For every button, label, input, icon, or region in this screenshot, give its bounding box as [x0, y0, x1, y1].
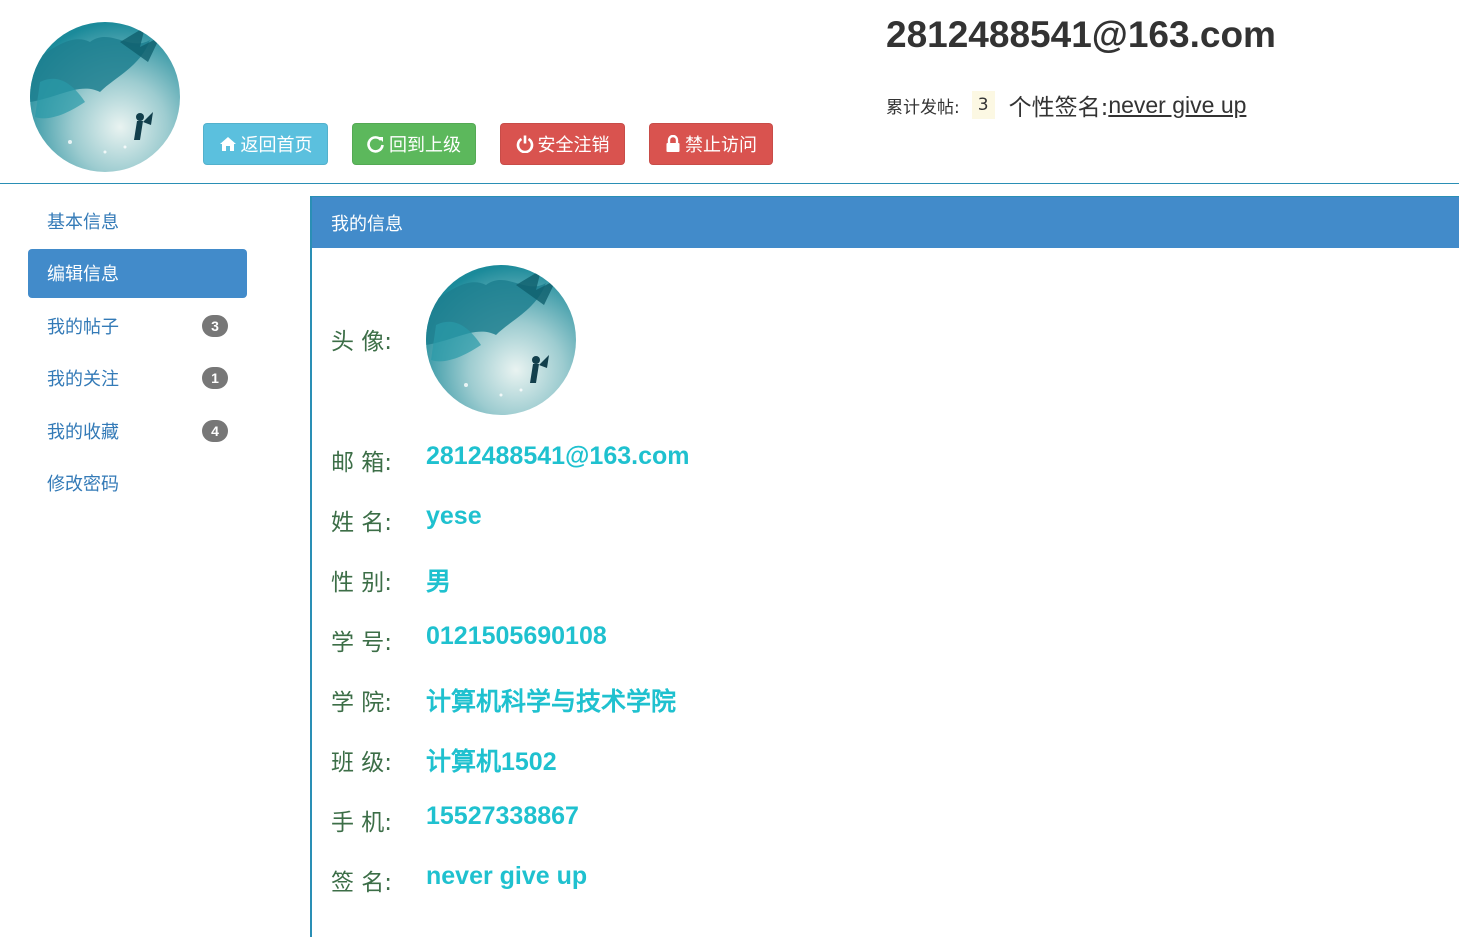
count-badge: 4 — [202, 419, 228, 442]
user-email-title: 2812488541@163.com — [886, 14, 1276, 55]
field-value-name: yese — [426, 502, 482, 530]
panel-title-text: 我的信息 — [331, 213, 403, 235]
panel-title: 我的信息 — [312, 197, 1459, 248]
lock-icon — [665, 135, 681, 153]
post-count: 3 — [971, 91, 995, 119]
sidebar-item-label: 编辑信息 — [47, 264, 119, 285]
avatar[interactable] — [30, 22, 180, 172]
back-home-button[interactable]: 返回首页 — [203, 123, 328, 165]
field-value-signature: never give up — [426, 862, 588, 890]
avatar-image — [30, 22, 180, 172]
field-label-avatar: 头 像: — [331, 329, 393, 355]
avatar-image — [426, 265, 576, 415]
field-value-college: 计算机科学与技术学院 — [426, 688, 677, 716]
count-badge: 3 — [202, 314, 228, 337]
field-label-gender: 性 别: — [331, 570, 393, 596]
ban-access-label: 禁止访问 — [685, 135, 757, 156]
signature-link[interactable]: never give up — [1108, 92, 1246, 119]
sidebar-item-label: 我的收藏 — [47, 421, 119, 443]
home-icon — [219, 136, 237, 152]
sidebar-item-my-favorites[interactable]: 我的收藏 4 — [28, 406, 247, 455]
sidebar-item-my-follows[interactable]: 我的关注 1 — [28, 354, 247, 403]
field-value-email: 2812488541@163.com — [426, 442, 690, 470]
field-value-phone: 15527338867 — [426, 802, 579, 830]
sidebar-item-label: 基本信息 — [47, 211, 119, 233]
count-badge: 1 — [202, 367, 228, 389]
refresh-icon — [367, 135, 385, 153]
back-home-label: 返回首页 — [240, 135, 313, 156]
user-stats: 累计发帖: 3 个性签名: never give up — [886, 88, 1246, 122]
sidebar-item-label: 修改密码 — [47, 474, 119, 495]
sidebar-item-basic-info[interactable]: 基本信息 — [28, 196, 247, 245]
field-value-class: 计算机1502 — [426, 748, 557, 776]
field-label-email: 邮 箱: — [331, 450, 393, 476]
post-count-label: 累计发帖: — [886, 97, 960, 118]
field-value-gender: 男 — [426, 568, 452, 596]
sidebar-item-change-password[interactable]: 修改密码 — [28, 459, 247, 508]
field-label-phone: 手 机: — [331, 810, 393, 836]
go-up-button[interactable]: 回到上级 — [352, 123, 476, 165]
field-label-class: 班 级: — [331, 750, 393, 776]
logout-button[interactable]: 安全注销 — [500, 123, 625, 165]
field-value-student-id: 0121505690108 — [426, 622, 607, 650]
field-label-student-id: 学 号: — [331, 630, 393, 656]
sidebar-item-my-posts[interactable]: 我的帖子 3 — [28, 301, 247, 350]
sidebar-nav: 基本信息 编辑信息 我的帖子 3 我的关注 1 我的收藏 4 修改密码 — [28, 196, 247, 511]
field-label-college: 学 院: — [331, 690, 393, 716]
signature-label: 个性签名: — [1008, 95, 1109, 121]
logout-label: 安全注销 — [537, 135, 610, 156]
header: 返回首页 回到上级 安全注销 禁止访问 2812488541@163.com 累… — [0, 0, 1459, 184]
sidebar-item-label: 我的关注 — [47, 369, 119, 390]
field-label-signature: 签 名: — [331, 870, 393, 896]
profile-avatar[interactable] — [426, 265, 576, 415]
ban-access-button[interactable]: 禁止访问 — [649, 123, 773, 165]
sidebar-item-edit-info[interactable]: 编辑信息 — [28, 248, 247, 298]
sidebar-item-label: 我的帖子 — [47, 316, 119, 338]
power-icon — [516, 135, 534, 153]
go-up-label: 回到上级 — [389, 135, 461, 156]
field-label-name: 姓 名: — [331, 510, 393, 536]
